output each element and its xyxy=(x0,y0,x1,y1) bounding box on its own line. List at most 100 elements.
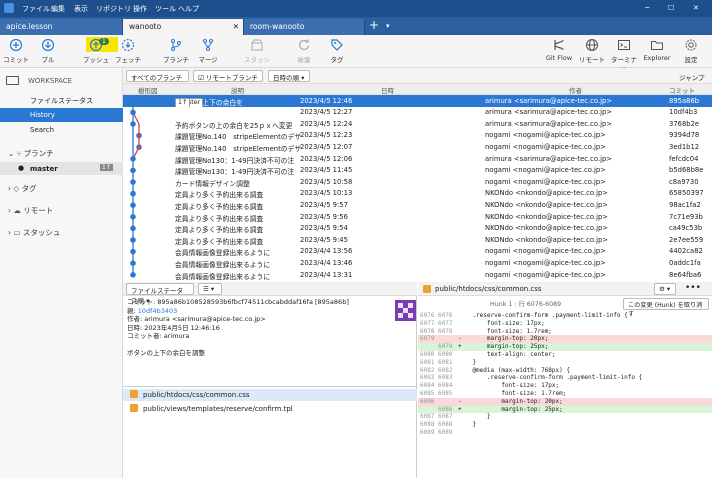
new-line-number: 6084 xyxy=(438,382,453,390)
commit-row[interactable]: 会員情報画像登録出来るように 2023/4/4 13:31 nogami <noga… xyxy=(123,269,712,281)
menu-actions[interactable]: 操作 xyxy=(133,4,147,14)
commit-description: 課題管理No.140 stripeElementのデザ xyxy=(175,133,302,142)
discard-hunk-button[interactable]: この変更 (Hunk) を取り消す xyxy=(623,298,709,318)
commit-row[interactable]: 定員より多く予約出来る調査 2023/4/5 9:57 NKONdo <nkondo… xyxy=(123,199,712,211)
remote-button[interactable]: リモート xyxy=(576,38,608,64)
discard-button[interactable]: 破棄 xyxy=(288,38,320,64)
new-line-number: 6083 xyxy=(438,374,453,382)
sidebar-item-history[interactable]: History xyxy=(0,108,123,122)
sidebar-item-search[interactable]: Search xyxy=(0,123,123,137)
branch-filter-dropdown[interactable]: すべてのブランチ ▾ xyxy=(126,70,189,90)
sidebar-stashes-header[interactable]: › ▭ スタッシュ xyxy=(0,224,123,238)
branch-button[interactable]: ブランチ xyxy=(160,38,192,64)
ref-label[interactable]: 1↑ xyxy=(175,98,191,107)
chevron-right-icon: › xyxy=(8,228,11,237)
menu-file[interactable]: ファイル xyxy=(22,4,50,14)
commit-row[interactable]: 会員情報画像登録出来るように 2023/4/4 13:56 nogami <noga… xyxy=(123,246,712,258)
pull-button[interactable]: プル xyxy=(32,38,64,64)
commit-row[interactable]: master1↑ポタンの上下の余白を 2023/4/5 12:46 arimura … xyxy=(123,95,712,107)
git-flow-button[interactable]: Git Flow xyxy=(543,38,575,62)
show-remote-branches-checkbox[interactable]: ☑ リモートブランチを表示 xyxy=(193,70,263,92)
tag-button[interactable]: タグ xyxy=(321,38,353,64)
fetch-button[interactable]: フェッチ xyxy=(112,38,144,64)
col-author[interactable]: 作者 xyxy=(569,85,582,95)
col-graph[interactable]: 樹形図 xyxy=(138,85,158,95)
new-tab-icon[interactable]: + xyxy=(369,18,379,32)
commit-description: 定員より多く予約出来る調査 xyxy=(175,202,264,211)
new-line-number: 6087 xyxy=(438,413,453,421)
tab-room-wanooto[interactable]: room-wanooto xyxy=(244,19,365,35)
sidebar-branch-master[interactable]: ● master 1↑ xyxy=(0,162,123,175)
modified-icon xyxy=(130,404,138,412)
col-date[interactable]: 日時 xyxy=(381,85,394,95)
sidebar-tags-header[interactable]: › ◇ タグ xyxy=(0,180,123,194)
new-line-number: 6080 xyxy=(438,351,453,358)
commit-row[interactable]: origin/masterorigin/HEAD2023/4/5 12:27ar… xyxy=(123,107,712,119)
hunk-header: Hunk 1 : 行 6076-6089 xyxy=(490,301,562,308)
commit-row[interactable]: 予約ボタンの上の余白を25ｐｘへ変更 2023/4/5 12:24 arimura … xyxy=(123,118,712,130)
toolbar: コミット プル プッシュ 1 フェッチ ブランチ マージ スタッシュ 破棄 タグ… xyxy=(0,35,712,74)
menu-tools[interactable]: ツール xyxy=(155,4,176,14)
discard-icon xyxy=(299,39,310,50)
menu-repository[interactable]: リポジトリ xyxy=(96,4,131,14)
more-options-icon[interactable]: ••• xyxy=(685,283,701,293)
view-mode-dropdown[interactable]: ☰ ▾ xyxy=(198,283,222,295)
close-window-icon[interactable]: ✕ xyxy=(693,4,699,12)
parent-line: 親: 10df4b3403 xyxy=(127,306,178,315)
changed-file-row[interactable]: public/views/templates/reserve/confirm.t… xyxy=(123,403,417,415)
commit-author: arimura <sarimura@apice-tec.co.jp> xyxy=(485,154,612,163)
commit-list-header: 樹形図 説明 日時 作者 コミット xyxy=(123,84,712,95)
menu-view[interactable]: 表示 xyxy=(74,4,88,14)
commit-row[interactable]: 定員より多く予約出来る調査 2023/4/5 9:54 NKONdo <nkondo… xyxy=(123,223,712,235)
commit-row[interactable]: 課題管理No.140 stripeElementのデザ 2023/4/5 12:2… xyxy=(123,130,712,142)
maximize-icon[interactable]: ☐ xyxy=(668,4,674,12)
minimize-icon[interactable]: ─ xyxy=(645,4,649,12)
tab-list-chevron-icon[interactable]: ▾ xyxy=(386,22,390,30)
new-line-number: 6076 xyxy=(438,312,453,319)
menu-edit[interactable]: 編集 xyxy=(51,4,65,14)
tab-apice-lesson[interactable]: apice.lesson xyxy=(0,19,123,35)
committer-line: コミット者: arimura xyxy=(127,332,190,340)
commit-hash: 7c71e93b xyxy=(669,212,703,221)
line-content: font-size: 1.7rem; xyxy=(458,327,552,335)
settings-button[interactable]: 設定 xyxy=(675,38,707,64)
commit-hash: 65850397 xyxy=(669,189,704,198)
diff-line: 6087 6087 } xyxy=(418,413,712,421)
commit-row[interactable]: 定員より多く予約出来る調査 2023/4/5 9:56 NKONdo <nkondo… xyxy=(123,211,712,223)
parent-link[interactable]: 10df4b3403 xyxy=(138,307,178,315)
close-tab-icon[interactable]: ✕ xyxy=(233,22,239,31)
line-content: - margin-top: 20px; xyxy=(458,335,549,343)
explorer-button[interactable]: Explorer xyxy=(641,38,673,62)
sidebar-item-file-status[interactable]: ファイルステータス xyxy=(0,93,123,107)
menu-help[interactable]: ヘルプ xyxy=(178,4,199,14)
diff-options-dropdown[interactable]: ⚙ ▾ xyxy=(654,283,676,295)
commit-row[interactable]: 課題管理No130：1-49円決済不可の注 2023/4/5 12:06 arimu… xyxy=(123,153,712,165)
commit-row[interactable]: カード情報デザイン調整 2023/4/5 10:58 nogami <nogami@… xyxy=(123,176,712,188)
tab-wanooto[interactable]: wanooto ✕ xyxy=(123,19,244,35)
commit-date: 2023/4/5 9:57 xyxy=(300,200,348,209)
commit-row[interactable]: 定員より多く予約出来る調査 2023/4/5 9:45 NKONdo <nkondo… xyxy=(123,234,712,246)
col-commit[interactable]: コミット xyxy=(669,85,695,95)
commit-row[interactable]: 定員より多く予約出来る調査 2023/4/5 10:13 NKONdo <nkond… xyxy=(123,188,712,200)
commit-hash: 4402ca82 xyxy=(669,247,703,256)
sidebar-remotes-header[interactable]: › ☁ リモート xyxy=(0,202,123,216)
old-line-number: 6082 xyxy=(420,366,435,374)
new-line-number: 6088 xyxy=(438,421,453,429)
commit-hash: 895a86b xyxy=(669,96,700,105)
merge-button[interactable]: マージ xyxy=(192,38,224,64)
merge-icon xyxy=(203,39,213,51)
commit-row[interactable]: 課題管理No.140 stripeElementのデザ 2023/4/5 12:0… xyxy=(123,141,712,153)
commit-button[interactable]: コミット xyxy=(0,38,32,64)
changed-file-row[interactable]: public/htdocs/css/common.css xyxy=(123,389,417,401)
commit-list[interactable]: master1↑ポタンの上下の余白を 2023/4/5 12:46 arimura … xyxy=(123,95,712,282)
commit-row[interactable]: 会員情報画像登録出来るように 2023/4/4 13:46 nogami <noga… xyxy=(123,257,712,269)
sidebar-branches-header[interactable]: ⌄ ⑂ ブランチ xyxy=(0,145,123,159)
old-line-number: 6079 xyxy=(420,335,435,343)
line-content: font-size: 17px; xyxy=(458,319,545,327)
sort-order-dropdown[interactable]: 日時の順 ▾ xyxy=(268,70,310,82)
col-description[interactable]: 説明 xyxy=(231,85,244,95)
commit-row[interactable]: 課題管理No130：1-49円決済不可の注 2023/4/5 11:45 nogam… xyxy=(123,165,712,177)
commit-hash: c8a9730 xyxy=(669,177,699,186)
details-toolbar: ファイルステータス順 ▾ ☰ ▾ xyxy=(123,282,417,305)
file-sort-dropdown[interactable]: ファイルステータス順 ▾ xyxy=(126,283,194,305)
